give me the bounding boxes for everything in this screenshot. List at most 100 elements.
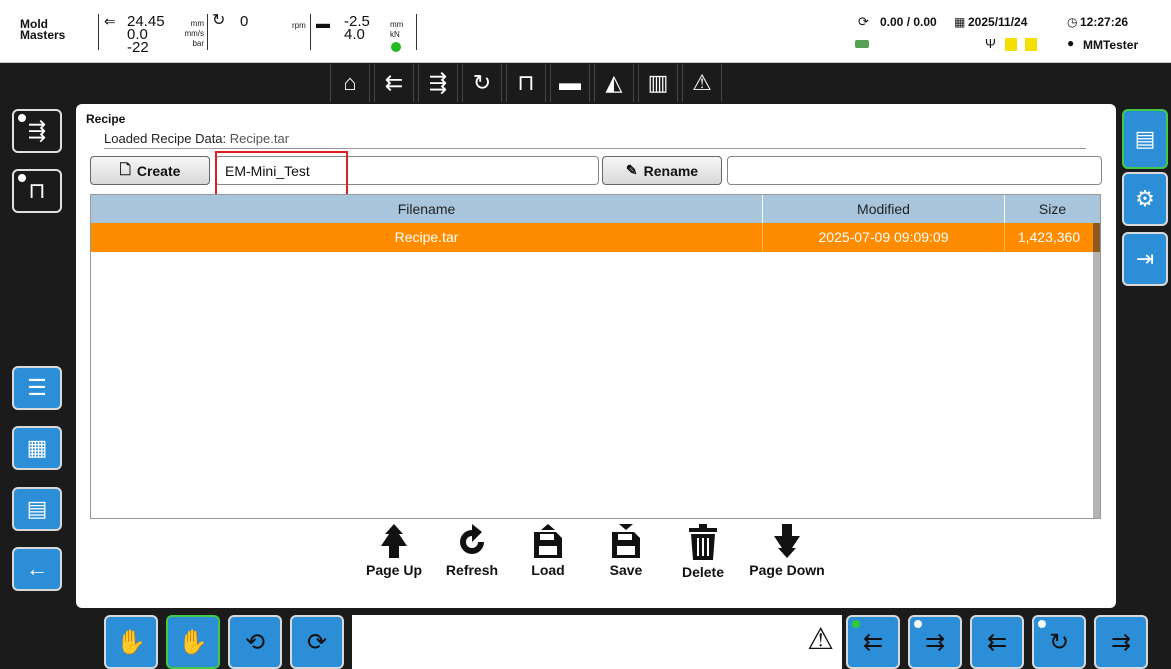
screw-recovery-icon[interactable]: ↻ [462, 64, 502, 102]
alarm-ack-icon[interactable]: ⚠ [807, 625, 834, 655]
indicator-dot [852, 620, 860, 628]
recipe-icon [1005, 38, 1017, 51]
indicator-dot [1038, 620, 1046, 628]
manual-mode-button[interactable]: ✋ [104, 615, 158, 669]
user-name[interactable]: MMTester [1083, 39, 1138, 51]
injection-hold-icon[interactable]: ⇶ [418, 64, 458, 102]
save-button[interactable]: Save [602, 524, 650, 578]
clamp-close-icon: ⇉ [924, 628, 946, 656]
clock-icon: ◷ [1067, 15, 1078, 29]
injection-values: 24.45 0.0 -22 [127, 14, 165, 56]
mountain-icon[interactable]: ◭ [594, 64, 634, 102]
heater-icon[interactable]: ⊓ [506, 64, 546, 102]
page-up-icon [381, 524, 407, 558]
injection-forward-icon: ⇉ [1110, 628, 1132, 656]
recipe-icon: ▤ [1134, 126, 1156, 151]
unit-rpm: rpm [292, 21, 306, 30]
column-modified[interactable]: Modified [763, 195, 1005, 223]
injection-back-icon[interactable]: ⇇ [374, 64, 414, 102]
recipe-file-table: Filename Modified Size Recipe.tar 2025-0… [90, 194, 1101, 519]
page-title: Recipe [86, 112, 126, 126]
injection-pressure: -22 [127, 39, 149, 56]
inject-unit-button[interactable]: ⇶ [12, 109, 62, 153]
import-icon: ⇥ [1135, 246, 1155, 271]
table-row[interactable]: Recipe.tar 2025-07-09 09:09:09 1,423,360 [91, 223, 1093, 252]
page-up-label: Page Up [366, 562, 423, 578]
column-filename[interactable]: Filename [91, 195, 763, 223]
page-down-label: Page Down [749, 562, 825, 578]
auto-cycle-icon: ⟳ [306, 628, 328, 656]
page-down-button[interactable]: Page Down [746, 524, 828, 578]
loaded-value: Recipe.tar [229, 131, 290, 146]
indicator-dot [18, 114, 26, 122]
load-label: Load [531, 562, 565, 578]
clamp-units: mm kN [390, 20, 403, 40]
semi-auto-button[interactable]: ⟲ [228, 615, 282, 669]
unit-bar: bar [192, 39, 204, 48]
clamp-open-icon: ⇇ [862, 628, 884, 656]
indicator-dot [914, 620, 922, 628]
injection-forward-button[interactable]: ⇉ [1094, 615, 1148, 669]
inject-unit-icon: ⇶ [27, 118, 47, 143]
divider [98, 14, 99, 50]
loaded-label: Loaded Recipe Data: [104, 131, 227, 146]
settings-file-button[interactable]: ⚙ [1122, 172, 1168, 226]
heater-button[interactable]: ⊓ [12, 169, 62, 213]
status-led [391, 42, 401, 52]
create-button[interactable]: 🗋 Create [90, 156, 210, 185]
load-icon [534, 524, 562, 558]
time-display: 12:27:26 [1080, 15, 1129, 29]
rename-label: Rename [643, 162, 699, 179]
usb-icon: Ψ [985, 36, 996, 51]
load-button[interactable]: Load [524, 524, 572, 578]
settings-file-icon [1025, 38, 1037, 51]
cell-filename: Recipe.tar [91, 223, 763, 252]
loaded-recipe: Loaded Recipe Data: Recipe.tar [104, 131, 289, 146]
import-button[interactable]: ⇥ [1122, 232, 1168, 286]
unit-mm: mm [390, 20, 404, 29]
page-up-button[interactable]: Page Up [366, 524, 422, 578]
column-size[interactable]: Size [1005, 195, 1100, 223]
save-icon [612, 524, 640, 558]
nozzle-status-icon [855, 40, 869, 48]
user-icon: ● [1067, 36, 1075, 50]
rename-filename-field[interactable] [727, 156, 1102, 185]
indicator-dot [18, 174, 26, 182]
clamp-open-button[interactable]: ⇇ [846, 615, 900, 669]
menu-button[interactable]: ☰ [12, 366, 62, 410]
recipe-page-button[interactable]: ▤ [1122, 109, 1168, 169]
menu-icon: ☰ [27, 375, 47, 400]
back-button[interactable]: ← [12, 547, 62, 591]
clamp-close-button[interactable]: ⇉ [908, 615, 962, 669]
auto-mode-button[interactable]: ⟳ [290, 615, 344, 669]
cell-modified: 2025-07-09 09:09:09 [763, 223, 1005, 252]
cell-size: 1,423,360 [1017, 229, 1081, 245]
document-button[interactable]: ▤ [12, 487, 62, 531]
create-label: Create [136, 162, 181, 179]
status-message-area: ⚠ [352, 615, 842, 669]
hand-tools-icon: ✋ [116, 628, 146, 656]
refresh-button[interactable]: Refresh [442, 524, 502, 578]
injection-units: mm mm/s bar [180, 19, 204, 49]
divider [207, 14, 208, 50]
status-header: Mold Masters ⇐ 24.45 0.0 -22 mm mm/s bar… [0, 0, 1171, 63]
date-display: 2025/11/24 [968, 15, 1028, 29]
alarm-icon[interactable]: ⚠ [682, 64, 722, 102]
trash-icon [689, 524, 717, 560]
delete-button[interactable]: Delete [678, 524, 728, 580]
rename-button[interactable]: ✎ Rename [602, 156, 722, 185]
clamp-values: -2.5 4.0 [344, 14, 370, 42]
clamp-icon[interactable]: ▬ [550, 64, 590, 102]
brand-logo: Mold Masters [20, 18, 65, 41]
scrollbar-thumb[interactable] [1093, 223, 1100, 252]
bar-chart-icon[interactable]: ▥ [638, 64, 678, 102]
recipe-panel: Recipe Loaded Recipe Data: Recipe.tar 🗋 … [76, 104, 1116, 608]
screw-rotate-button[interactable]: ↻ [1032, 615, 1086, 669]
arrow-left-icon: ← [26, 556, 48, 581]
home-icon[interactable]: ⌂ [330, 64, 370, 102]
delete-label: Delete [681, 564, 725, 580]
scrollbar[interactable] [1093, 223, 1100, 518]
hand-mode-button[interactable]: ✋ [166, 615, 220, 669]
calculator-button[interactable]: ▦ [12, 426, 62, 470]
injection-retract-button[interactable]: ⇇ [970, 615, 1024, 669]
